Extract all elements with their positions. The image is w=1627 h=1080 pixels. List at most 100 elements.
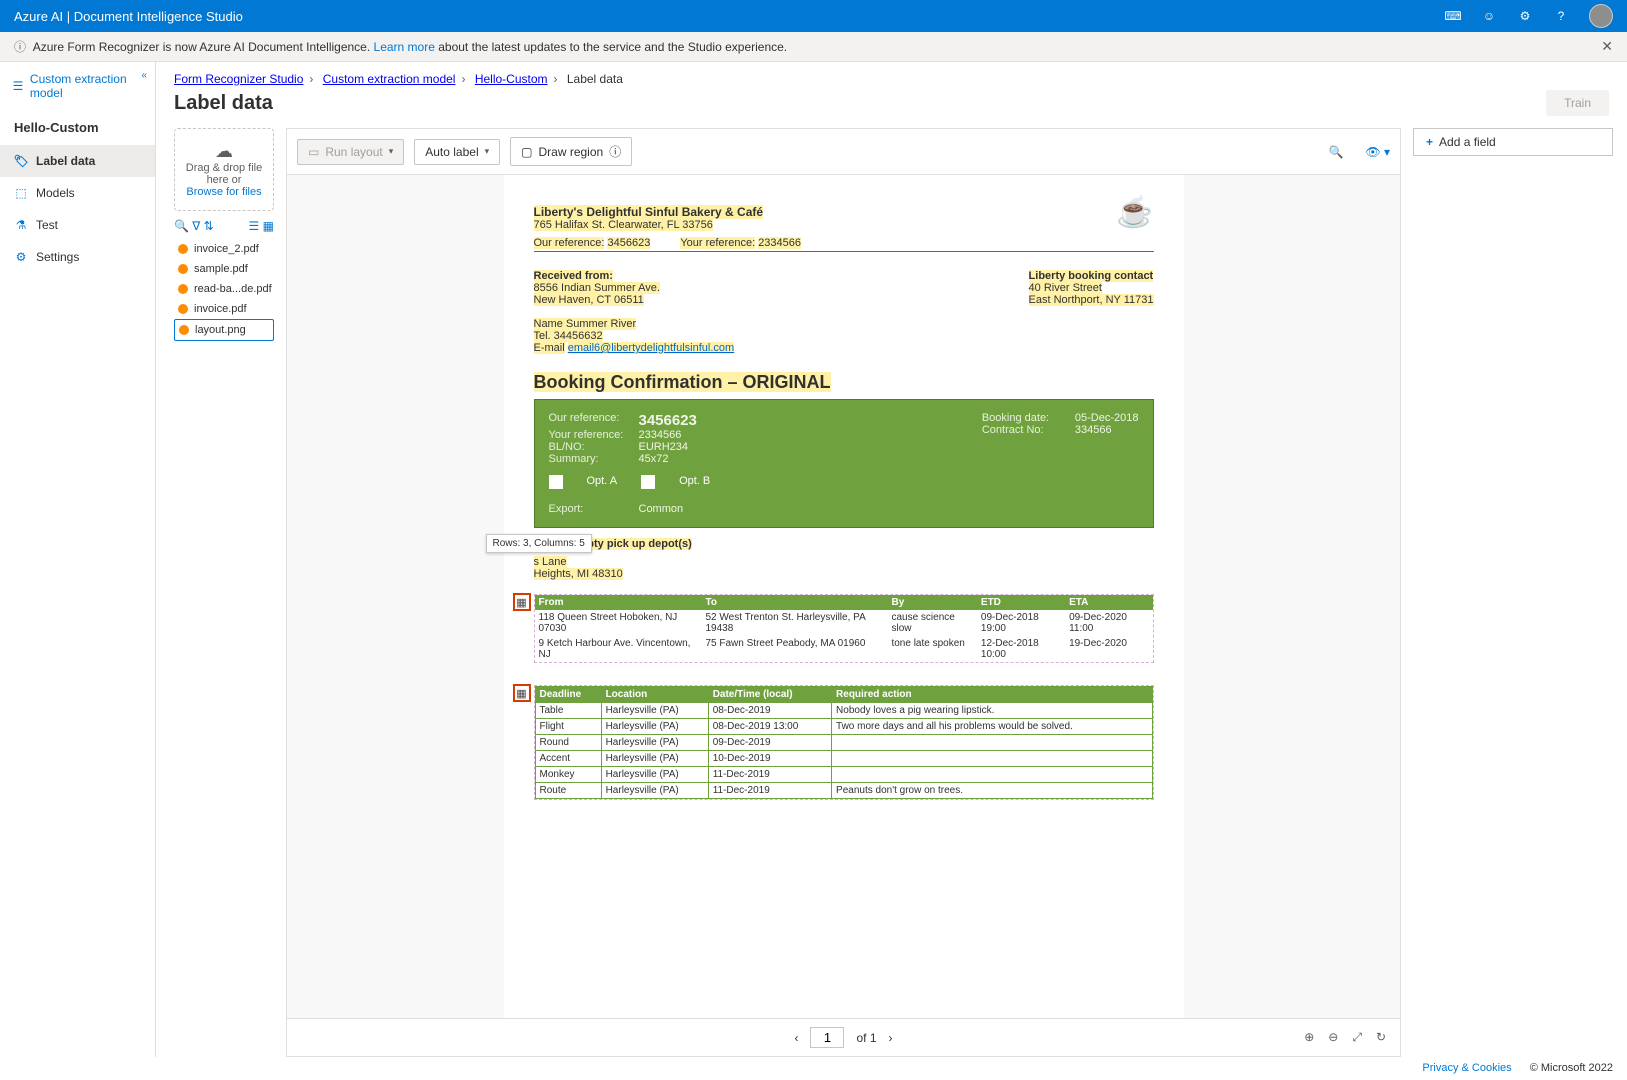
search-icon[interactable]: 🔍 <box>174 219 189 233</box>
status-dot <box>178 264 188 274</box>
collapse-icon[interactable]: « <box>141 70 147 81</box>
file-item[interactable]: invoice_2.pdf <box>174 239 274 259</box>
help-icon[interactable]: ? <box>1553 8 1569 24</box>
sidebar-item-label: Models <box>36 186 75 200</box>
close-icon[interactable]: ✕ <box>1601 38 1613 55</box>
file-name: invoice_2.pdf <box>194 243 259 255</box>
file-name: sample.pdf <box>194 263 248 275</box>
document-toolbar: ▭ Run layout ▾ Auto label ▾ ▢ Draw regio… <box>287 129 1400 175</box>
tag-icon: 🏷 <box>14 154 28 168</box>
pager: ‹ of 1 › ⊕ ⊖ ⤢ ↻ <box>287 1018 1400 1056</box>
avatar[interactable] <box>1589 4 1613 28</box>
checkbox <box>641 475 655 489</box>
filter-icon[interactable]: ∇ <box>192 219 200 233</box>
email-link[interactable]: email6@libertydelightfulsinful.com <box>568 342 734 354</box>
sidebar: ☰ Custom extraction model « Hello-Custom… <box>0 62 156 1057</box>
flask-icon: ⚗ <box>14 218 28 232</box>
copyright: © Microsoft 2022 <box>1530 1062 1613 1074</box>
sort-icon[interactable]: ⇅ <box>204 219 214 233</box>
next-page-icon[interactable]: › <box>889 1031 893 1045</box>
prev-page-icon[interactable]: ‹ <box>794 1031 798 1045</box>
chevron-down-icon: ▾ <box>485 146 490 157</box>
file-toolbar: 🔍 ∇ ⇅ ☰ ▦ <box>174 219 274 233</box>
document-panel: ▭ Run layout ▾ Auto label ▾ ▢ Draw regio… <box>286 128 1401 1057</box>
privacy-link[interactable]: Privacy & Cookies <box>1422 1062 1511 1074</box>
sidebar-item-models[interactable]: ⬚ Models <box>0 177 155 209</box>
file-name: invoice.pdf <box>194 303 247 315</box>
fit-icon[interactable]: ⤢ <box>1352 1030 1362 1045</box>
train-button[interactable]: Train <box>1546 90 1609 116</box>
file-name: read-ba...de.pdf <box>194 283 272 295</box>
booking-summary-box: Our reference:3456623 Your reference:233… <box>534 399 1154 528</box>
info-icon: ⓘ <box>14 40 26 54</box>
chevron-down-icon: ▾ <box>389 146 394 157</box>
sidebar-item-label: Label data <box>36 154 95 168</box>
zoom-in-icon[interactable]: ⊕ <box>1304 1030 1314 1045</box>
rotate-icon[interactable]: ↻ <box>1376 1030 1386 1045</box>
breadcrumb-link[interactable]: Custom extraction model <box>323 72 456 86</box>
status-dot <box>179 325 189 335</box>
project-name: Hello-Custom <box>0 110 155 145</box>
dropzone[interactable]: ☁ Drag & drop file here or Browse for fi… <box>174 128 274 211</box>
plus-icon: + <box>1426 135 1433 149</box>
breadcrumb: Form Recognizer Studio› Custom extractio… <box>156 62 1627 86</box>
sidebar-item-settings[interactable]: ⚙ Settings <box>0 241 155 273</box>
run-layout-button[interactable]: ▭ Run layout ▾ <box>297 139 404 165</box>
smiley-icon[interactable]: ☺ <box>1481 8 1497 24</box>
file-item[interactable]: layout.png <box>174 319 274 341</box>
topbar-actions: ⌨ ☺ ⚙ ? <box>1445 4 1613 28</box>
file-item[interactable]: invoice.pdf <box>174 299 274 319</box>
browse-files-link[interactable]: Browse for files <box>181 186 267 198</box>
grid-view-icon[interactable]: ▦ <box>263 219 274 233</box>
sidebar-item-label: Settings <box>36 250 79 264</box>
cube-icon: ⬚ <box>14 186 28 200</box>
gear-icon: ⚙ <box>14 250 28 264</box>
status-dot <box>178 244 188 254</box>
file-item[interactable]: read-ba...de.pdf <box>174 279 274 299</box>
table2-region[interactable]: ▦ DeadlineLocationDate/Time (local)Requi… <box>534 685 1154 800</box>
app-title: Azure AI | Document Intelligence Studio <box>14 9 243 24</box>
sidebar-item-test[interactable]: ⚗ Test <box>0 209 155 241</box>
sidebar-item-label-data[interactable]: 🏷 Label data <box>0 145 155 177</box>
top-bar: Azure AI | Document Intelligence Studio … <box>0 0 1627 32</box>
document-view[interactable]: ☕ Liberty's Delightful Sinful Bakery & C… <box>287 175 1400 1018</box>
visibility-icon[interactable]: 👁 ▾ <box>1365 145 1390 159</box>
status-dot <box>178 284 188 294</box>
sidebar-header: ☰ Custom extraction model « <box>0 62 155 110</box>
status-dot <box>178 304 188 314</box>
keyboard-icon[interactable]: ⌨ <box>1445 8 1461 24</box>
cloud-upload-icon: ☁ <box>181 141 267 162</box>
list-view-icon[interactable]: ☰ <box>249 219 260 233</box>
region-icon: ▢ <box>521 145 532 159</box>
breadcrumb-current: Label data <box>567 72 623 86</box>
sidebar-item-label: Test <box>36 218 58 232</box>
footer: Privacy & Cookies © Microsoft 2022 <box>1422 1056 1613 1080</box>
zoom-out-icon[interactable]: ⊖ <box>1328 1030 1338 1045</box>
add-field-button[interactable]: + Add a field <box>1413 128 1613 156</box>
page-title: Label data <box>174 92 273 115</box>
file-list-panel: ☁ Drag & drop file here or Browse for fi… <box>174 128 274 1057</box>
info-text: ⓘ Azure Form Recognizer is now Azure AI … <box>14 38 787 55</box>
info-bar: ⓘ Azure Form Recognizer is now Azure AI … <box>0 32 1627 62</box>
page-input[interactable] <box>810 1027 844 1048</box>
search-icon[interactable]: 🔍 <box>1328 145 1343 159</box>
table1-region[interactable]: ▦ FromToByETDETA118 Queen Street Hoboken… <box>534 594 1154 663</box>
file-name: layout.png <box>195 324 246 336</box>
file-item[interactable]: sample.pdf <box>174 259 274 279</box>
table-tooltip: Rows: 3, Columns: 5 <box>486 534 592 553</box>
layout-icon: ▭ <box>308 145 319 159</box>
filter-icon: ☰ <box>12 79 24 93</box>
breadcrumb-link[interactable]: Form Recognizer Studio <box>174 72 303 86</box>
breadcrumb-link[interactable]: Hello-Custom <box>475 72 548 86</box>
table-icon[interactable]: ▦ <box>513 684 531 702</box>
draw-region-button[interactable]: ▢ Draw region ⓘ <box>510 137 632 166</box>
mug-icon: ☕ <box>1116 195 1153 230</box>
learn-more-link[interactable]: Learn more <box>374 40 435 54</box>
table-icon[interactable]: ▦ <box>513 593 531 611</box>
company-name: Liberty's Delightful Sinful Bakery & Caf… <box>534 205 764 219</box>
gear-icon[interactable]: ⚙ <box>1517 8 1533 24</box>
checkbox <box>549 475 563 489</box>
document-page: ☕ Liberty's Delightful Sinful Bakery & C… <box>504 175 1184 1018</box>
auto-label-button[interactable]: Auto label ▾ <box>414 139 500 165</box>
content: Form Recognizer Studio › Custom extractio… <box>156 62 1627 1057</box>
